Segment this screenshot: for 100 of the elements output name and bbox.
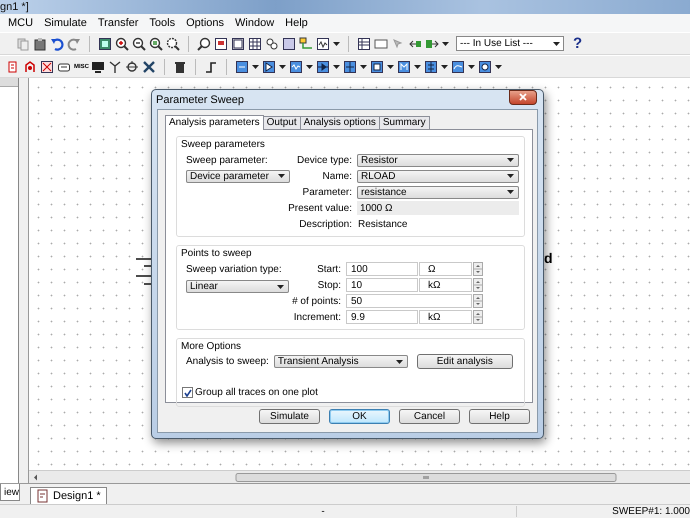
antenna-icon[interactable] (108, 60, 122, 74)
input-field[interactable]: 50 (346, 294, 472, 308)
unit-field[interactable]: Ω (419, 262, 472, 276)
caret-icon (279, 64, 286, 68)
input-field[interactable]: 10 (346, 278, 418, 292)
field-label: Stop: (318, 280, 341, 290)
component-icon[interactable] (451, 60, 465, 74)
sheet-icon[interactable] (98, 36, 112, 50)
close-icon (518, 92, 528, 102)
window-icon[interactable] (214, 36, 228, 50)
dropdown[interactable]: Device parameter (186, 170, 290, 182)
field-label: Analysis to sweep: (186, 356, 269, 367)
component-icon[interactable] (125, 60, 139, 74)
menu-item[interactable]: Tools (149, 17, 176, 29)
component-icon[interactable] (40, 60, 54, 74)
caret-icon (441, 64, 448, 68)
window-title: gn1 *] (0, 1, 29, 13)
field-label: Description: (299, 218, 352, 230)
component-icon[interactable] (397, 60, 411, 74)
search-icon[interactable] (197, 36, 211, 50)
grid-icon[interactable] (357, 36, 371, 50)
component-icon[interactable] (424, 60, 438, 74)
tab[interactable]: Summary (378, 116, 430, 129)
caret-icon (396, 360, 403, 364)
spinner-control[interactable] (473, 310, 483, 324)
component-icon[interactable] (262, 60, 276, 74)
dialog-button[interactable]: OK (329, 409, 390, 424)
caret-icon (495, 64, 502, 68)
caret-icon (442, 42, 449, 46)
unit-field[interactable]: kΩ (419, 278, 472, 292)
caret-icon (414, 64, 421, 68)
zoom-fit-icon[interactable] (166, 36, 180, 50)
dropdown[interactable]: RLOAD (357, 170, 519, 182)
input-field[interactable]: 100 (346, 262, 418, 276)
menu-item[interactable]: Simulate (44, 17, 87, 29)
dialog-button[interactable]: Help (469, 409, 530, 424)
tab[interactable]: Analysis parameters (165, 115, 264, 130)
checkbox[interactable] (182, 387, 193, 398)
canvas-label: d (544, 250, 553, 266)
group-title: More Options (181, 341, 242, 352)
component-icon[interactable] (299, 36, 313, 50)
checkbox-label[interactable]: Group all traces on one plot (195, 387, 318, 398)
menu-item[interactable]: Transfer (98, 17, 138, 29)
redo-icon[interactable] (67, 36, 81, 50)
dropdown[interactable]: Resistor (357, 154, 519, 166)
spinner-control[interactable] (473, 278, 483, 292)
caret-icon (333, 42, 340, 46)
dropdown[interactable]: Transient Analysis (274, 355, 408, 368)
component-icon[interactable] (370, 60, 384, 74)
component-icon[interactable] (343, 60, 357, 74)
unit-field[interactable]: kΩ (419, 310, 472, 324)
horizontal-scrollbar[interactable] (29, 470, 690, 483)
dialog-button[interactable]: Cancel (399, 409, 460, 424)
component-icon[interactable] (316, 60, 330, 74)
help-button[interactable]: ? (573, 36, 582, 52)
field-label: Start: (317, 264, 341, 274)
zoom-in-icon[interactable] (115, 36, 129, 50)
menu-item[interactable]: Help (285, 17, 308, 29)
caret-icon (507, 190, 514, 194)
component-icon[interactable] (478, 60, 492, 74)
component-icon[interactable] (235, 60, 249, 74)
dropdown[interactable]: Linear (186, 280, 289, 293)
close-button[interactable] (509, 90, 537, 104)
field-label: Name: (322, 170, 352, 182)
dropdown[interactable]: resistance (357, 186, 519, 198)
grid-icon[interactable] (248, 36, 262, 50)
menu-item[interactable]: Options (186, 17, 224, 29)
dialog-title: Parameter Sweep (156, 94, 244, 106)
in-use-list-dropdown[interactable]: --- In Use List --- (456, 36, 564, 51)
tab[interactable]: Output (262, 116, 301, 129)
spinner-control[interactable] (473, 262, 483, 276)
caret-icon (507, 174, 514, 178)
paste-icon[interactable] (33, 36, 47, 50)
zoom-out-icon[interactable] (132, 36, 146, 50)
trash-icon[interactable] (173, 60, 187, 74)
rectangle-icon[interactable] (374, 36, 388, 50)
zoom-area-icon[interactable] (149, 36, 163, 50)
edit-analysis-button[interactable]: Edit analysis (416, 354, 513, 369)
component-icon[interactable] (289, 60, 303, 74)
menu-item[interactable]: Window (235, 17, 274, 29)
tab[interactable]: Analysis options (300, 116, 380, 129)
caret-icon (507, 158, 514, 162)
dialog-button[interactable]: Simulate (259, 409, 320, 424)
graph-icon[interactable] (316, 36, 330, 50)
document-tab[interactable]: Design1 * (30, 487, 107, 504)
caret-icon (387, 64, 394, 68)
step-icon[interactable] (204, 60, 218, 74)
input-field[interactable]: 9.9 (346, 310, 418, 324)
chip-icon[interactable] (265, 36, 279, 50)
undo-icon[interactable] (50, 36, 64, 50)
status-text: SWEEP#1: 1.000 (516, 506, 690, 517)
menu-item[interactable]: MCU (8, 17, 34, 29)
caret-icon (278, 174, 285, 178)
component-icon[interactable] (142, 60, 156, 74)
panel-icon[interactable] (282, 36, 296, 50)
monitor-icon[interactable] (91, 60, 105, 74)
spinner-control[interactable] (473, 294, 483, 308)
caret-icon (277, 284, 284, 288)
window-icon[interactable] (231, 36, 245, 50)
panel-tab[interactable]: iew (0, 484, 20, 501)
